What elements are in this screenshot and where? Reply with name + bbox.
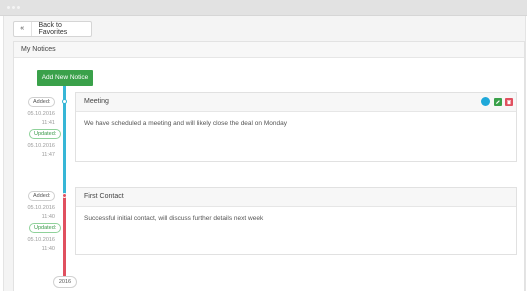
notices-panel: My Notices Add New Notice Added: 05.10.2… [13,41,525,291]
notice-card: First Contact Successful initial contact… [75,187,517,255]
added-date: 05.10.2016 [27,205,55,211]
notice-title: Meeting [84,98,109,105]
back-button-label: Back to Favorites [38,22,68,36]
notice-body: Successful initial contact, will discuss… [84,215,264,222]
updated-date: 05.10.2016 [27,143,55,149]
notice-body: We have scheduled a meeting and will lik… [84,120,287,127]
window-dot [12,6,15,9]
back-to-favorites-button[interactable]: « Back to Favorites [13,21,92,37]
updated-time: 11:40 [41,246,55,252]
window-dot [17,6,20,9]
added-date: 05.10.2016 [27,111,55,117]
notice-card: Meeting We have scheduled a meeting and … [75,92,517,162]
edit-icon[interactable] [494,98,502,106]
updated-date: 05.10.2016 [27,237,55,243]
notice-title: First Contact [84,193,124,200]
added-time: 11:40 [41,214,55,220]
window-dot [7,6,10,9]
panel-title: My Notices [14,42,524,58]
window-titlebar [0,0,527,16]
updated-time: 11:47 [41,152,55,158]
added-tag: Added: [28,97,56,107]
timeline-line-red [63,194,66,278]
info-icon[interactable] [481,97,490,106]
added-tag: Added: [28,191,56,201]
timeline-node [62,193,67,198]
timeline-year-badge: 2016 [53,276,77,288]
updated-tag: Updated: [29,129,62,139]
trash-icon[interactable] [505,98,513,106]
page: « Back to Favorites My Notices Add New N… [3,16,526,291]
added-time: 11:41 [41,120,55,126]
double-chevron-left-icon: « [14,22,32,36]
updated-tag: Updated: [29,223,62,233]
timeline-node [62,99,67,104]
add-new-notice-button[interactable]: Add New Notice [37,70,93,86]
